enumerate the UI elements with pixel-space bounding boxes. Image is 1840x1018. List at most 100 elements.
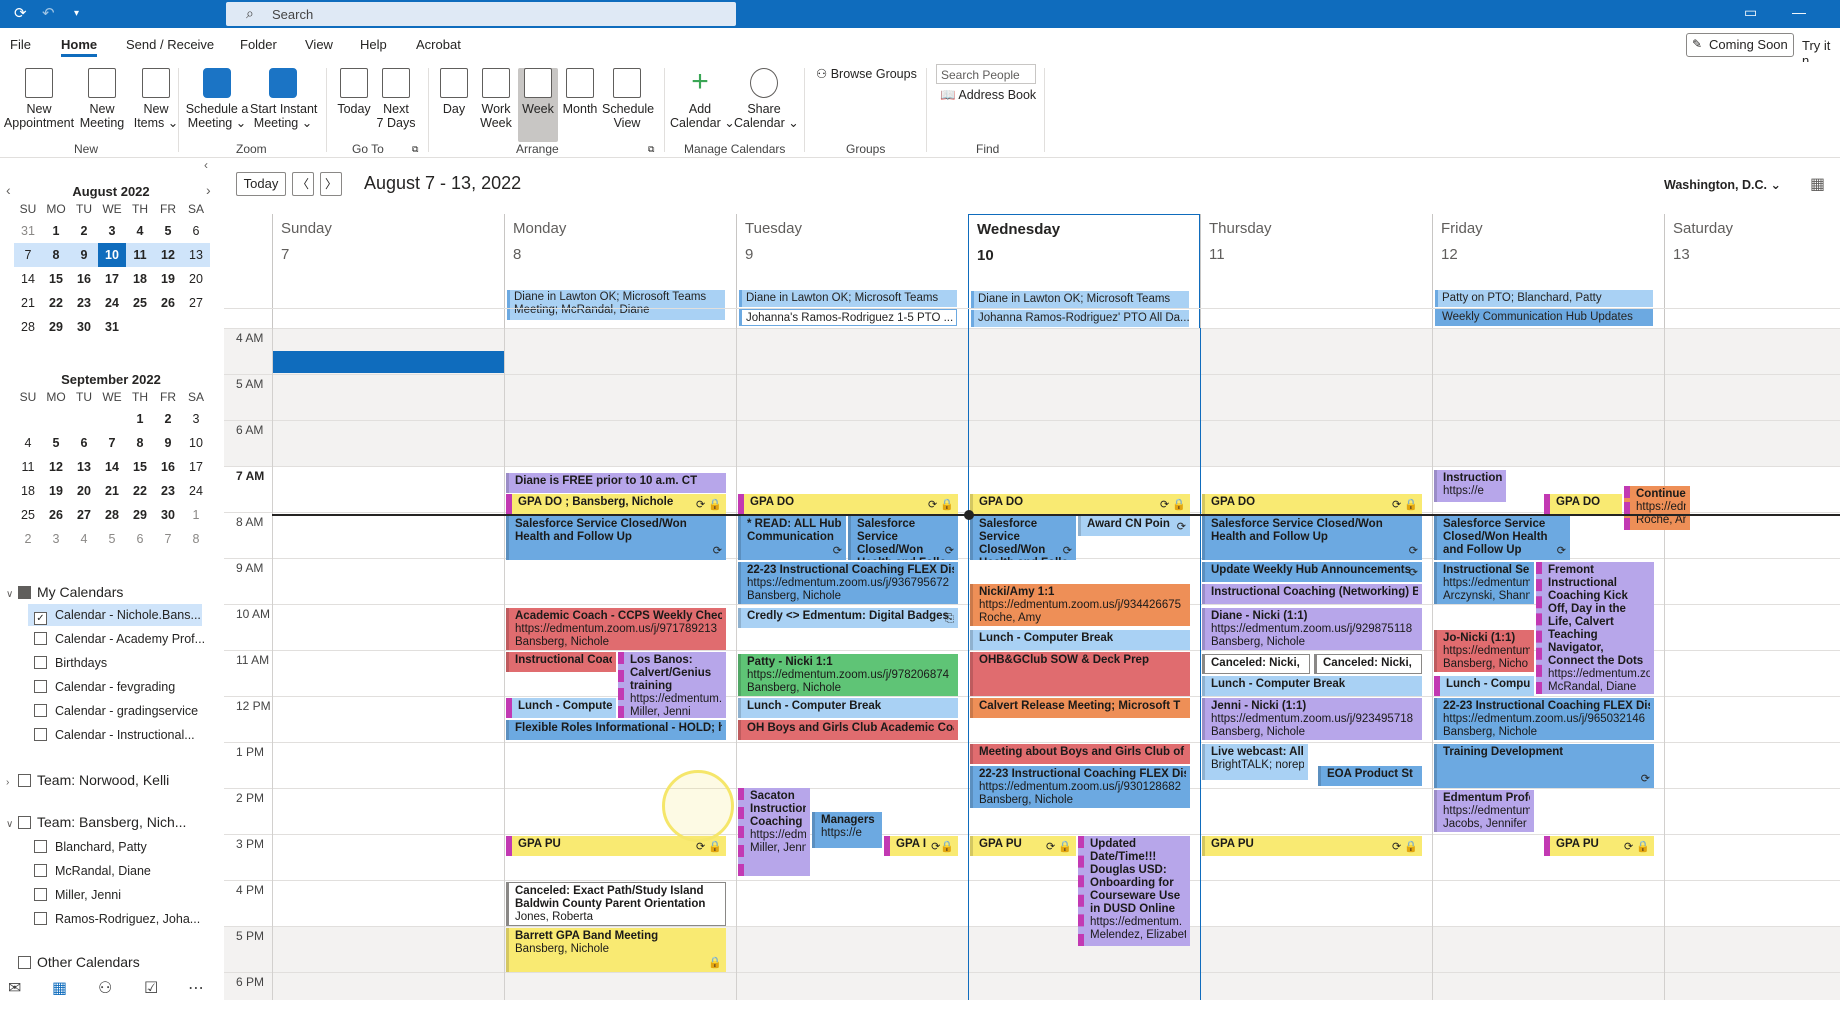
mini-calendar-day[interactable]: 16: [70, 267, 98, 291]
mini-calendar-day[interactable]: 1: [42, 219, 70, 243]
section-checkbox[interactable]: [18, 816, 31, 829]
mini-calendar-day[interactable]: 23: [70, 291, 98, 315]
today-button[interactable]: Today: [236, 172, 286, 196]
mini-calendar-day[interactable]: 17: [98, 267, 126, 291]
sync-icon[interactable]: ⟳: [14, 4, 27, 22]
mini-calendar-day[interactable]: 7: [14, 243, 42, 267]
next-7-days-button[interactable]: Next 7 Days: [376, 68, 416, 130]
event[interactable]: Jenni - Nicki (1:1) https://edmentum.zoom…: [1202, 698, 1422, 740]
restore-icon[interactable]: ▭: [1744, 4, 1757, 21]
event[interactable]: 22-23 Instructional Coaching FLEX Discu h…: [970, 766, 1190, 808]
calendar-item[interactable]: Blanchard, Patty: [34, 836, 147, 858]
event[interactable]: Lunch - Computer: [1434, 676, 1534, 696]
event[interactable]: Salesforce Service Closed/Won Health and…: [1434, 516, 1570, 560]
checkbox[interactable]: [34, 728, 47, 741]
team-norwood-section[interactable]: › Team: Norwood, Kelli: [6, 772, 169, 788]
section-checkbox[interactable]: [18, 586, 31, 599]
menu-send-receive[interactable]: Send / Receive: [126, 37, 214, 52]
event[interactable]: Continuedhttps://edmRoche, Amy: [1624, 486, 1690, 530]
event[interactable]: Salesforce Service Closed/Won Health and…: [1202, 516, 1422, 560]
mini-calendar-day[interactable]: 18: [126, 267, 154, 291]
minimize-icon[interactable]: —: [1792, 4, 1806, 20]
new-items-button[interactable]: New Items ⌄: [128, 68, 184, 130]
mini-calendar-day[interactable]: 6: [70, 431, 98, 455]
start-instant-meeting-button[interactable]: Start Instant Meeting ⌄: [250, 68, 317, 130]
calendar-icon[interactable]: ▦: [1810, 174, 1825, 194]
mini-calendar-day[interactable]: 3: [182, 407, 210, 431]
event[interactable]: Live webcast: All y BrightTALK; norepl: [1202, 744, 1308, 780]
mini-calendar-day[interactable]: 5: [98, 527, 126, 551]
mini-calendar-day[interactable]: 18: [14, 479, 42, 503]
new-meeting-button[interactable]: New Meeting: [74, 68, 130, 130]
mini-calendar-day[interactable]: 11: [126, 243, 154, 267]
event[interactable]: Diane - Nicki (1:1) https://edmentum.zoom…: [1202, 608, 1422, 650]
other-calendars-section[interactable]: Other Calendars: [6, 954, 140, 970]
checkbox[interactable]: [34, 632, 47, 645]
mini-calendar-day[interactable]: 6: [182, 219, 210, 243]
event[interactable]: Edmentum Professhttps://edmentum.Jacobs,…: [1434, 790, 1534, 832]
mini-calendar-day[interactable]: 4: [126, 219, 154, 243]
mini-calendar-day[interactable]: 22: [42, 291, 70, 315]
event[interactable]: Meeting about Boys and Girls Club of O: [970, 744, 1190, 764]
schedule-zoom-meeting-button[interactable]: Schedule a Meeting ⌄: [184, 68, 250, 130]
mini-calendar-day[interactable]: 19: [42, 479, 70, 503]
event[interactable]: Flexible Roles Informational - HOLD; htt: [506, 720, 726, 740]
add-calendar-button[interactable]: + Add Calendar ⌄: [670, 67, 735, 131]
checkbox-checked[interactable]: ✓: [34, 612, 47, 625]
mini-calendar-day[interactable]: 26: [154, 291, 182, 315]
next-week-button[interactable]: 〉: [320, 172, 342, 196]
mini-calendar-day[interactable]: 10: [98, 243, 126, 267]
mini-calendar-day[interactable]: 4: [70, 527, 98, 551]
mini-calendar-day[interactable]: 30: [70, 315, 98, 339]
mini-calendar-day[interactable]: 28: [14, 315, 42, 339]
dialog-launcher-icon[interactable]: ⧉: [648, 144, 654, 155]
browse-groups-button[interactable]: ⚇ Browse Groups: [816, 66, 917, 81]
event[interactable]: Canceled: Exact Path/Study Island Baldwi…: [506, 882, 726, 926]
new-appointment-button[interactable]: New Appointment: [2, 68, 76, 130]
event[interactable]: OHB&GClub SOW & Deck Prep: [970, 652, 1190, 696]
event[interactable]: Fremont Instructional Coaching Kick Off,…: [1536, 562, 1654, 694]
event[interactable]: GPA DO ⟳ 🔒: [738, 494, 958, 514]
mini-calendar-day[interactable]: 19: [154, 267, 182, 291]
checkbox[interactable]: [34, 864, 47, 877]
event[interactable]: GPA DO ⟳ 🔒: [1202, 494, 1422, 514]
mini-calendar-day[interactable]: 16: [154, 455, 182, 479]
mini-calendar-day[interactable]: 27: [182, 291, 210, 315]
search-people-input[interactable]: Search People: [936, 64, 1036, 84]
mini-calendar-day[interactable]: 3: [98, 219, 126, 243]
month-view-button[interactable]: Month: [560, 68, 600, 116]
event[interactable]: GPA DO ⟳ 🔒: [970, 494, 1190, 514]
mini-calendar-day[interactable]: 1: [182, 503, 210, 527]
mini-calendar-day[interactable]: 30: [154, 503, 182, 527]
mini-calendar-day[interactable]: 29: [42, 315, 70, 339]
event[interactable]: Sacaton Instructional Coachinghttps://ed…: [738, 788, 810, 876]
all-day-event[interactable]: Diane in Lawton OK; Microsoft Teams: [739, 290, 957, 307]
event[interactable]: GPA DO ; Bansberg, Nichole ⟳ 🔒: [506, 494, 726, 514]
my-calendars-section[interactable]: ∨ My Calendars: [6, 584, 123, 600]
event[interactable]: Updated Date/Time!!! Douglas USD: Onboar…: [1078, 836, 1190, 946]
mini-calendar-day[interactable]: 2: [154, 407, 182, 431]
menu-folder[interactable]: Folder: [240, 37, 277, 52]
calendar-item[interactable]: Birthdays: [34, 652, 107, 674]
coming-soon-toggle[interactable]: ✎ Coming Soon: [1686, 33, 1794, 57]
mini-calendar-day[interactable]: 21: [14, 291, 42, 315]
work-week-button[interactable]: Work Week: [476, 68, 516, 130]
event[interactable]: Instructional Coaching (Networking) Br: [1202, 584, 1422, 604]
mini-calendar-day[interactable]: 8: [42, 243, 70, 267]
week-view-button[interactable]: Week: [518, 68, 558, 142]
event[interactable]: Salesforce Service Closed/Won Health and…: [848, 516, 958, 560]
menu-help[interactable]: Help: [360, 37, 387, 52]
mini-calendar-day[interactable]: 6: [126, 527, 154, 551]
event[interactable]: 22-23 Instructional Coaching FLEX Discu h…: [738, 562, 958, 604]
mini-calendar-day[interactable]: 24: [182, 479, 210, 503]
time-grid[interactable]: 4 AM 5 AM 6 AM 7 AM 8 AM 9 AM 10 AM 11 A…: [224, 308, 1840, 1000]
mini-calendar-day[interactable]: 1: [126, 407, 154, 431]
event[interactable]: 22-23 Instructional Coaching FLEX Discu h…: [1434, 698, 1654, 740]
menu-view[interactable]: View: [305, 37, 333, 52]
mini-calendar-day[interactable]: 7: [154, 527, 182, 551]
mini-calendar-day[interactable]: 22: [126, 479, 154, 503]
mail-icon[interactable]: ✉: [8, 978, 21, 998]
event[interactable]: Credly <> Edmentum: Digital Badges ⎘: [738, 608, 958, 628]
mini-calendar-day[interactable]: 2: [70, 219, 98, 243]
mini-calendar-day[interactable]: 31: [14, 219, 42, 243]
